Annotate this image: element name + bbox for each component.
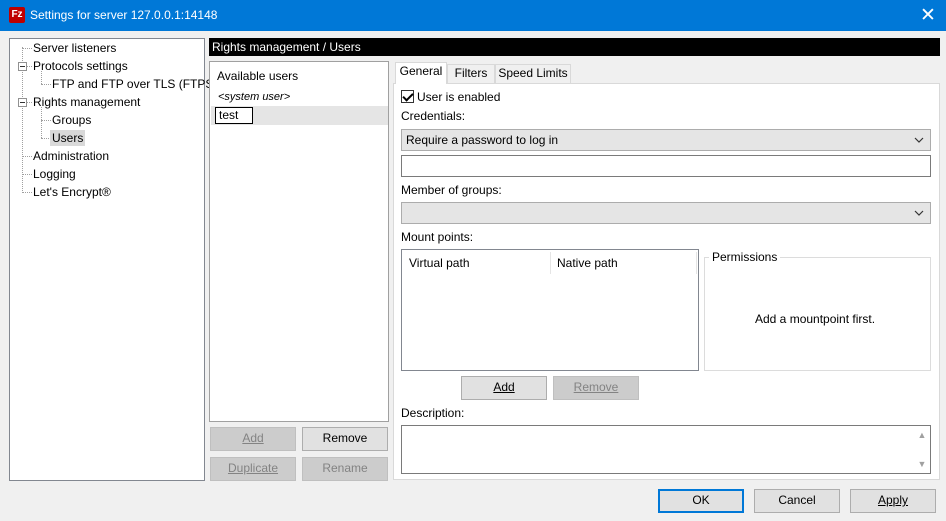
tree-connector <box>22 48 32 49</box>
tree-item-rights-management[interactable]: Rights management <box>33 94 140 110</box>
collapse-icon[interactable] <box>18 98 27 107</box>
add-mountpoint-button-label: Add <box>493 380 515 394</box>
remove-user-button-label: Remove <box>322 431 368 445</box>
tree-item-protocols-settings[interactable]: Protocols settings <box>33 58 128 74</box>
cancel-button[interactable]: Cancel <box>754 489 840 513</box>
tree-item-lets-encrypt[interactable]: Let's Encrypt® <box>33 184 111 200</box>
list-item-user[interactable]: test <box>211 106 388 125</box>
credentials-select[interactable]: Require a password to log in <box>401 129 931 151</box>
collapse-icon[interactable] <box>18 62 27 71</box>
tree-item-administration[interactable]: Administration <box>33 148 109 164</box>
close-icon[interactable]: ✕ <box>910 1 946 30</box>
tree-item-logging[interactable]: Logging <box>33 166 76 182</box>
remove-mountpoint-button-label: Remove <box>573 380 619 394</box>
add-mountpoint-button[interactable]: Add <box>461 376 547 400</box>
rename-user-button-label: Rename <box>322 461 368 475</box>
credentials-select-value: Require a password to log in <box>406 133 559 147</box>
remove-mountpoint-button[interactable]: Remove <box>553 376 639 400</box>
page-title: Rights management / Users <box>209 38 940 56</box>
permissions-placeholder: Add a mountpoint first. <box>755 312 876 326</box>
add-user-button[interactable]: Add <box>210 427 296 451</box>
tree-connector <box>41 107 42 138</box>
add-user-button-label: Add <box>242 431 264 445</box>
tree-connector <box>41 120 51 121</box>
tree-connector <box>27 102 32 103</box>
password-field[interactable] <box>401 155 931 177</box>
description-field[interactable]: ▲ ▼ <box>401 425 931 474</box>
tree-connector <box>41 84 51 85</box>
mount-points-list[interactable]: Virtual path Native path <box>401 249 699 371</box>
scroll-down-icon[interactable]: ▼ <box>915 457 929 471</box>
tree-item-server-listeners[interactable]: Server listeners <box>33 40 116 56</box>
rename-user-button[interactable]: Rename <box>302 457 388 481</box>
tree-item-ftp-ftps[interactable]: FTP and FTP over TLS (FTPS) <box>52 76 217 92</box>
member-of-groups-label: Member of groups: <box>401 183 502 197</box>
tree-connector <box>22 192 32 193</box>
tree-connector <box>22 174 32 175</box>
member-of-groups-select[interactable] <box>401 202 931 224</box>
column-header-native-path[interactable]: Native path <box>550 252 696 274</box>
apply-button-label: Apply <box>877 493 909 507</box>
ok-button[interactable]: OK <box>658 489 744 513</box>
title-bar: Fz Settings for server 127.0.0.1:14148 ✕ <box>0 0 946 31</box>
chevron-down-icon <box>914 210 924 216</box>
list-item-system-user[interactable]: <system user> <box>211 88 388 107</box>
duplicate-user-button-label: Duplicate <box>227 461 279 475</box>
tab-general[interactable]: General <box>395 62 447 84</box>
mount-points-label: Mount points: <box>401 230 474 244</box>
user-enabled-checkbox[interactable] <box>401 90 414 103</box>
tree-connector <box>22 156 32 157</box>
tab-filters[interactable]: Filters <box>447 64 495 83</box>
settings-tree[interactable]: Server listeners Protocols settings FTP … <box>9 38 217 481</box>
column-divider[interactable] <box>696 252 697 274</box>
window-title: Settings for server 127.0.0.1:14148 <box>30 8 218 22</box>
users-list-caption: Available users <box>217 69 299 83</box>
credentials-label: Credentials: <box>401 109 466 123</box>
user-rename-field[interactable]: test <box>215 107 253 124</box>
duplicate-user-button[interactable]: Duplicate <box>210 457 296 481</box>
tree-item-groups[interactable]: Groups <box>52 112 91 128</box>
chevron-down-icon <box>914 137 924 143</box>
tree-connector <box>27 66 32 67</box>
tree-item-users[interactable]: Users <box>50 130 86 146</box>
description-label: Description: <box>401 406 465 420</box>
column-header-virtual-path[interactable]: Virtual path <box>402 252 550 274</box>
scroll-up-icon[interactable]: ▲ <box>915 428 929 442</box>
users-list[interactable]: Available users <system user> test <box>209 61 389 422</box>
tab-speed-limits[interactable]: Speed Limits <box>495 64 571 83</box>
user-enabled-label: User is enabled <box>417 90 501 104</box>
apply-button[interactable]: Apply <box>850 489 936 513</box>
remove-user-button[interactable]: Remove <box>302 427 388 451</box>
filezilla-app-icon: Fz <box>9 7 25 23</box>
permissions-title: Permissions <box>709 250 781 264</box>
